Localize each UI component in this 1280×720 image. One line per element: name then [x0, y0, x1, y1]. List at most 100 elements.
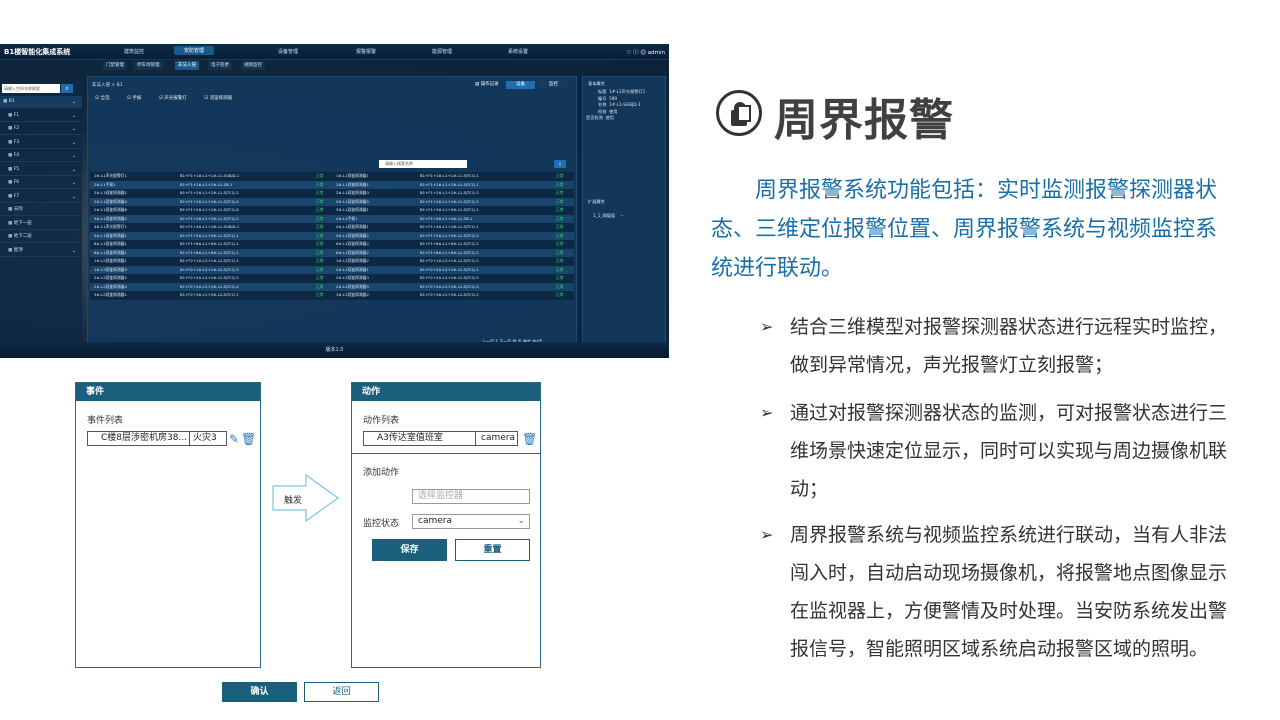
- sidebar-item[interactable]: ▩ B1 ⌄: [0, 96, 82, 108]
- status-cell: 正常: [556, 283, 564, 289]
- table-row[interactable]: 5#-L1双鉴探测器1 B1+F1+5#-L1+5#-L1-SJTCQ-1 正常 5#…: [90, 231, 574, 240]
- sidebar-item[interactable]: ▩ 地下一层: [0, 218, 82, 230]
- building-icon: ▩: [8, 139, 13, 145]
- nav-item-active[interactable]: 安防管理: [174, 46, 215, 55]
- table-cell: 6#-L1双鉴探测器2: [336, 241, 369, 246]
- table-row[interactable]: 4#-L1声光报警灯1 B1+F1+4#-L1+4#-L1-SGBJD-1 正常 4#…: [90, 223, 574, 232]
- control-tab[interactable]: 监控: [539, 81, 568, 89]
- table-row[interactable]: 1#-L2双鉴探测器3 B1+F2+1#-L2+1#-L2-SJTCQ-3 正常 2#…: [90, 265, 574, 274]
- monitor-select-input[interactable]: 选择监控器: [412, 489, 530, 504]
- table-row[interactable]: 2#-L1手报1 B1+F1+2#-L1+2#-L1-SB-1 正常 2#-L1双鉴探…: [90, 180, 574, 189]
- space-search-input[interactable]: 请输入空间名称搜索: [2, 84, 60, 93]
- app-title: B1楼智能化集成系统: [4, 48, 71, 56]
- status-cell: 正常: [556, 258, 564, 263]
- subtab[interactable]: 视频监控: [241, 61, 265, 70]
- table-cell: B1+F1+2#-L1+2#-L1-SB-1: [180, 181, 233, 187]
- bell-icon[interactable]: ♡: [626, 50, 631, 56]
- event-item-type: 火灾3: [193, 433, 217, 443]
- sidebar-item[interactable]: ▩ F6 ⌄: [0, 177, 82, 189]
- table-row[interactable]: 2#-L1双鉴探测器2 B1+F1+2#-L1+2#-L1-SJTCQ-2 正常 2#…: [90, 189, 574, 198]
- search-icon[interactable]: ⌕: [554, 160, 566, 168]
- table-cell: 4#-L1声光报警灯1: [94, 224, 127, 229]
- sidebar-item[interactable]: ▩ F1 ⌄: [0, 110, 82, 122]
- device-tab[interactable]: 设备: [506, 81, 535, 89]
- status-cell: 正常: [316, 224, 324, 229]
- subtab[interactable]: 门禁管理: [103, 61, 127, 70]
- table-cell: 2#-L1手报1: [94, 181, 116, 187]
- sidebar-item[interactable]: ▩ F7 ⌄: [0, 191, 82, 203]
- monitor-state-select[interactable]: camera ⌄: [412, 514, 530, 529]
- nav-item[interactable]: 报警报警: [356, 48, 376, 55]
- table-row[interactable]: 1#-L1声光报警灯1 B1+F1+1#-L1+1#-L1-SGBJD-1 正常 1#…: [90, 172, 574, 181]
- subtab[interactable]: 电子巡更: [208, 61, 232, 70]
- record-button[interactable]: ▤ 操作记录: [475, 81, 499, 89]
- search-icon[interactable]: ⌕: [61, 84, 73, 93]
- checkbox-detector[interactable]: ☑ 双鉴探测器: [204, 96, 240, 101]
- table-cell: B1+F1+1#-L1+1#-L1-SJTCQ-1: [420, 173, 479, 178]
- table-cell: 2#-L2双鉴探测器5: [336, 283, 369, 289]
- table-row[interactable]: 2#-L2双鉴探测器2 B1+F2+2#-L2+2#-L2-SJTCQ-2 正常 2#…: [90, 274, 574, 283]
- bullet-text: 结合三维模型对报警探测器状态进行远程实时监控，做到异常情况，声光报警灯立刻报警；: [790, 316, 1228, 376]
- help-icon[interactable]: ⓘ: [633, 50, 639, 56]
- status-cell: 正常: [556, 190, 564, 195]
- save-button[interactable]: 保存: [372, 539, 447, 561]
- table-row[interactable]: 2#-L1双鉴探测器4 B1+F1+2#-L1+2#-L1-SJTCQ-4 正常 2#…: [90, 197, 574, 206]
- subtab[interactable]: 停车场管理: [134, 61, 163, 70]
- reset-button[interactable]: 重置: [455, 539, 530, 561]
- nav-item[interactable]: 建筑监控: [124, 48, 144, 55]
- status-cell: 正常: [556, 275, 564, 280]
- table-row[interactable]: 6#-L1双鉴探测器1 B1+F1+6#-L1+6#-L1-SJTCQ-1 正常 6#…: [90, 240, 574, 249]
- table-row[interactable]: 2#-L1双鉴探测器6 B1+F1+2#-L1+2#-L1-SJTCQ-6 正常 3#…: [90, 206, 574, 215]
- event-list-item[interactable]: C楼8层涉密机房38... 火灾3: [87, 431, 227, 446]
- table-cell: 3#-L1双鉴探测器2: [94, 215, 127, 221]
- sidebar-item[interactable]: ▩ 天际: [0, 204, 82, 216]
- top-bar: B1楼智能化集成系统 建筑监控 安防管理 设备管理 报警报警 能源管理 系统设置…: [0, 44, 669, 60]
- table-cell: 2#-L1双鉴探测器6: [94, 207, 127, 212]
- action-list-item[interactable]: A3传达室值班室 camera: [363, 431, 518, 446]
- subtab-active[interactable]: 非法入侵: [175, 61, 199, 70]
- chevron-down-icon: ⌄: [71, 99, 76, 105]
- sidebar-item[interactable]: ▩ F2 ⌄: [0, 123, 82, 135]
- table-cell: B1+F2+3#-L2+3#-L2-SJTCQ-1: [180, 292, 239, 297]
- nav-item[interactable]: 设备管理: [278, 48, 298, 55]
- table-cell: B1+F2+2#-L2+2#-L2-SJTCQ-4: [180, 283, 239, 289]
- back-button[interactable]: 返回: [304, 682, 379, 702]
- trash-icon[interactable]: 🗑: [241, 433, 256, 445]
- property-row: 名称 1#-L1-SGBJD-1: [598, 102, 641, 108]
- filter-checkboxes: ☑ 全选 ☑ 手报 ☑ 声光报警灯 ☑ 双鉴探测器: [95, 95, 248, 101]
- table-cell: 8#-L1双鉴探测器1: [94, 249, 127, 255]
- table-cell: 1#-L1双鉴探测器1: [336, 173, 369, 178]
- sidebar-item[interactable]: ▩ F4 ⌄: [0, 150, 82, 162]
- user-icon: ☺: [640, 50, 647, 56]
- table-row[interactable]: 3#-L1双鉴探测器2 B1+F1+3#-L1+3#-L1-SJTCQ-2 正常 4#…: [90, 214, 574, 223]
- nav-item[interactable]: 能源管理: [432, 48, 452, 55]
- table-cell: 2#-L1双鉴探测器2: [94, 190, 127, 195]
- user-menu[interactable]: ♡ ⓘ ☺ admin: [626, 48, 665, 56]
- table-row[interactable]: 2#-L2双鉴探测器4 B1+F2+2#-L2+2#-L2-SJTCQ-4 正常 2#…: [90, 282, 574, 291]
- sidebar-item[interactable]: ▩ F3 ⌄: [0, 137, 82, 149]
- checkbox-manual[interactable]: ☑ 手报: [127, 96, 149, 101]
- sidebar-item[interactable]: ▩ 屋顶 ⌄: [0, 245, 82, 257]
- table-search-input[interactable]: 请输入搜索名称: [379, 160, 467, 168]
- nav-item[interactable]: 系统设置: [508, 48, 528, 55]
- confirm-button[interactable]: 确认: [222, 682, 297, 702]
- status-cell: 正常: [316, 266, 324, 272]
- table-cell: B1+F2+2#-L2+2#-L2-SJTCQ-2: [180, 275, 239, 280]
- trash-icon[interactable]: 🗑: [522, 433, 537, 445]
- checkbox-all[interactable]: ☑ 全选: [95, 96, 117, 101]
- table-row[interactable]: 8#-L1双鉴探测器1 B1+F1+8#-L1+8#-L1-SJTCQ-1 正常 8#…: [90, 248, 574, 257]
- property-value: 1#-L1-SGBJD-1: [609, 102, 641, 107]
- table-cell: B1+F2+2#-L2+2#-L2-SJTCQ-1: [420, 266, 479, 272]
- checkbox-alarm-light[interactable]: ☑ 声光报警灯: [159, 96, 195, 101]
- sidebar-item-label: F6: [13, 180, 20, 185]
- table-cell: 4#-L1手报1: [336, 215, 358, 221]
- table-row[interactable]: 1#-L2双鉴探测器1 B1+F2+1#-L2+1#-L2-SJTCQ-1 正常 1#…: [90, 257, 574, 266]
- status-cell: 正常: [316, 249, 324, 255]
- sidebar-item[interactable]: ▩ F5 ⌄: [0, 164, 82, 176]
- sidebar-item-label: F4: [13, 153, 20, 158]
- table-row[interactable]: 3#-L2双鉴探测器1 B1+F2+3#-L2+3#-L2-SJTCQ-1 正常 3#…: [90, 291, 574, 300]
- edit-icon[interactable]: ✎: [229, 433, 239, 445]
- sidebar-item[interactable]: ▩ 地下二层: [0, 231, 82, 243]
- building-icon: ▩: [8, 112, 13, 118]
- version-bar: 版本1.0: [0, 342, 669, 358]
